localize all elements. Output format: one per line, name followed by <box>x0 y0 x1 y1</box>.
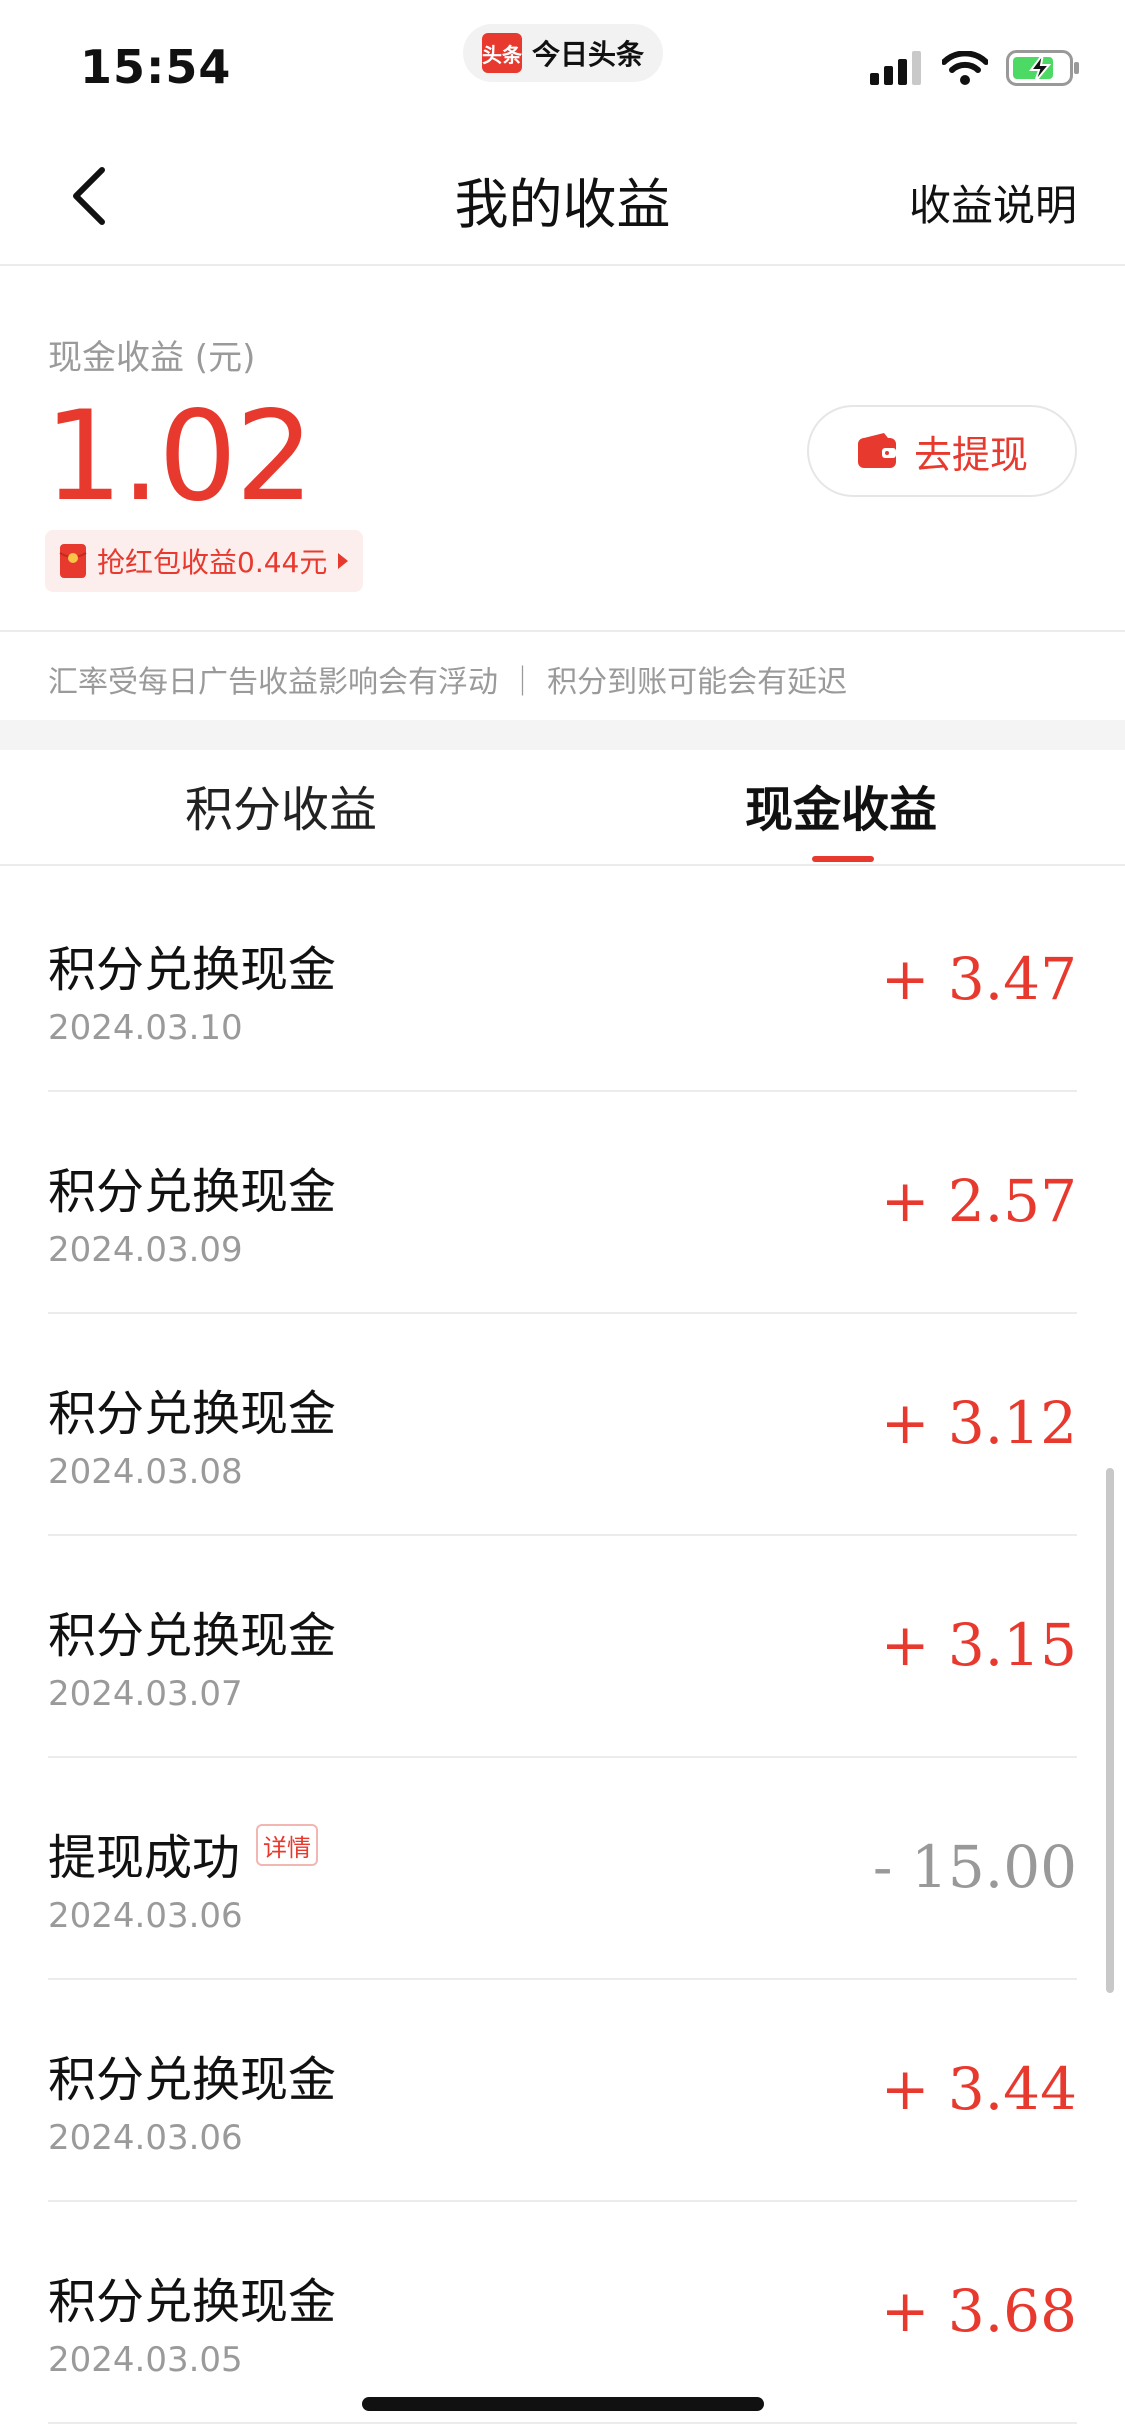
transaction-amount: - 15.00 <box>872 1833 1077 1901</box>
transaction-amount: + 3.15 <box>880 1611 1077 1679</box>
withdraw-button[interactable]: 去提现 <box>807 405 1077 497</box>
transaction-amount: + 3.47 <box>880 945 1077 1013</box>
tab-points-earnings[interactable]: 积分收益 <box>185 770 377 840</box>
transaction-title: 提现成功 <box>48 1830 241 1886</box>
active-tab-indicator <box>812 856 874 862</box>
scrollbar[interactable] <box>1106 1468 1114 1993</box>
transaction-date: 2024.03.09 <box>48 1230 243 1270</box>
transaction-amount: + 3.44 <box>880 2055 1077 2123</box>
status-icons <box>870 50 1080 86</box>
red-packet-earnings-link[interactable]: 抢红包收益0.44元 <box>45 530 364 592</box>
transaction-date: 2024.03.06 <box>48 2118 243 2158</box>
transaction-date: 2024.03.05 <box>48 2340 243 2380</box>
app-logo-icon: 头条 <box>481 33 522 73</box>
transaction-date: 2024.03.07 <box>48 1674 243 1714</box>
tab-cash-earnings[interactable]: 现金收益 <box>745 770 937 840</box>
red-packet-label: 抢红包收益0.44元 <box>97 546 328 579</box>
list-item[interactable]: 积分兑换现金 2024.03.08 + 3.12 <box>0 1314 1125 1536</box>
caret-right-icon <box>338 553 349 569</box>
list-item[interactable]: 提现成功 详情 2024.03.06 - 15.00 <box>0 1758 1125 1980</box>
balance-value: 1.02 <box>44 385 314 529</box>
row-divider <box>48 2422 1077 2424</box>
home-indicator[interactable] <box>362 2397 764 2411</box>
cellular-signal-icon <box>870 51 921 85</box>
wifi-icon <box>942 51 988 85</box>
transaction-date: 2024.03.08 <box>48 1452 243 1492</box>
earnings-explanation-link[interactable]: 收益说明 <box>909 172 1077 233</box>
balance-divider <box>0 630 1125 632</box>
transaction-title: 积分兑换现金 <box>48 1164 337 1220</box>
list-item[interactable]: 积分兑换现金 2024.03.06 + 3.44 <box>0 1980 1125 2202</box>
list-item[interactable]: 积分兑换现金 2024.03.10 + 3.47 <box>0 870 1125 1092</box>
transaction-title: 积分兑换现金 <box>48 942 337 998</box>
transaction-amount: + 3.68 <box>880 2277 1077 2345</box>
transaction-amount: + 2.57 <box>880 1167 1077 1235</box>
section-gap <box>0 720 1125 750</box>
list-item[interactable]: 积分兑换现金 2024.03.07 + 3.15 <box>0 1536 1125 1758</box>
tabs-divider <box>0 864 1125 866</box>
transaction-title: 积分兑换现金 <box>48 1608 337 1664</box>
nav-divider <box>0 264 1125 266</box>
transaction-title: 积分兑换现金 <box>48 2052 337 2108</box>
status-time: 15:54 <box>80 40 232 94</box>
detail-tag[interactable]: 详情 <box>256 1824 318 1866</box>
wallet-icon <box>857 433 896 468</box>
withdraw-label: 去提现 <box>913 432 1028 477</box>
battery-charging-icon <box>1006 50 1079 86</box>
transaction-date: 2024.03.06 <box>48 1896 243 1936</box>
transaction-date: 2024.03.10 <box>48 1008 243 1048</box>
transaction-amount: + 3.12 <box>880 1389 1077 1457</box>
red-packet-icon <box>59 544 87 578</box>
transaction-title: 积分兑换现金 <box>48 2274 337 2330</box>
list-item[interactable]: 积分兑换现金 2024.03.09 + 2.57 <box>0 1092 1125 1314</box>
list-item[interactable]: 积分兑换现金 2024.03.05 + 3.68 <box>0 2202 1125 2424</box>
app-name: 今日头条 <box>531 38 644 71</box>
exchange-rate-note: 汇率受每日广告收益影响会有浮动 ｜ 积分到账可能会有延迟 <box>48 665 848 700</box>
balance-label: 现金收益 (元) <box>48 338 256 378</box>
app-indicator-pill[interactable]: 头条 今日头条 <box>463 24 663 82</box>
transaction-title: 积分兑换现金 <box>48 1386 337 1442</box>
